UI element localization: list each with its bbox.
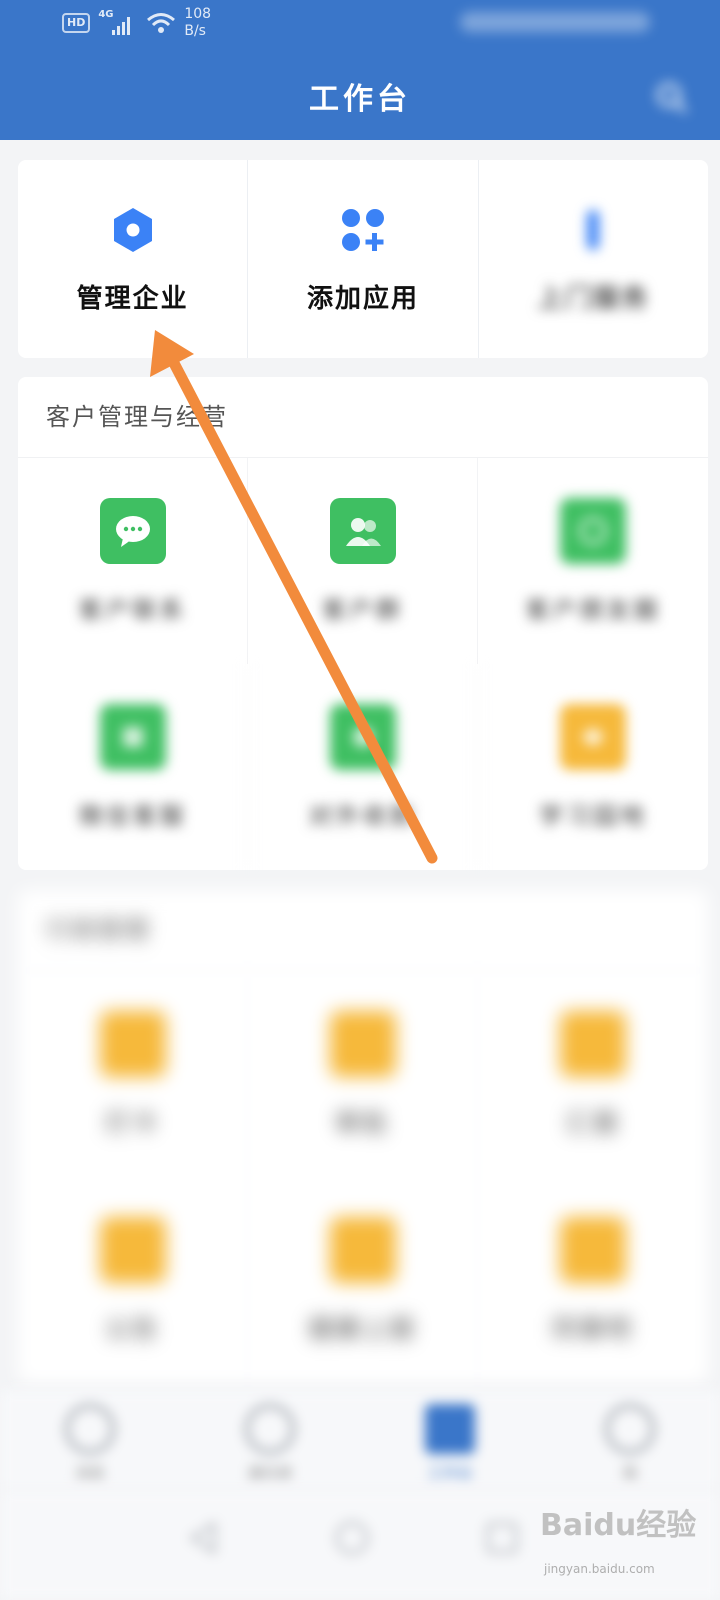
- app-label: 公告: [105, 1315, 160, 1343]
- section-title-customer: 客户管理与经营: [18, 377, 708, 458]
- signal-icon: 4G: [98, 7, 138, 39]
- app-external-payment[interactable]: 对外收款: [248, 664, 478, 870]
- back-icon[interactable]: [184, 1518, 224, 1558]
- app-customer-moments[interactable]: 客户朋友圈: [478, 458, 708, 664]
- app-punch[interactable]: 打卡: [18, 971, 248, 1177]
- punch-icon: [99, 1011, 166, 1077]
- network-type: 4G: [98, 9, 114, 20]
- tool-icon: [587, 210, 600, 250]
- nav-item-profile[interactable]: 我: [540, 1390, 720, 1490]
- wifi-icon: [147, 13, 176, 33]
- app-report[interactable]: 汇报: [478, 971, 708, 1177]
- section-title-office: 行政管理: [18, 890, 708, 971]
- app-label: 对外收款: [308, 802, 417, 830]
- nav-item-messages[interactable]: 消息: [0, 1390, 180, 1490]
- moments-icon: [560, 498, 626, 564]
- report-icon: [560, 1011, 626, 1077]
- app-label: 同事吧: [552, 1315, 634, 1343]
- baidu-watermark: Baidu经验 jingyan.baidu.com: [540, 1500, 710, 1590]
- community-icon: [560, 1217, 626, 1283]
- nav-label: 我: [622, 1464, 638, 1482]
- group-icon: [329, 498, 396, 564]
- app-customer-group[interactable]: 客户群: [248, 458, 478, 664]
- nav-item-workbench[interactable]: 工作台: [360, 1390, 540, 1490]
- learning-icon: [560, 704, 626, 770]
- status-right-blurred: [460, 12, 650, 32]
- chat-bubble-icon: [99, 498, 166, 564]
- manage-enterprise-label: 管理企业: [76, 284, 189, 314]
- add-apps-icon: [341, 209, 384, 251]
- manage-enterprise-button[interactable]: 管理企业: [18, 160, 249, 358]
- app-customer-contact[interactable]: 客户联系: [18, 458, 248, 664]
- search-icon[interactable]: [654, 80, 690, 116]
- app-health-report[interactable]: 健康上报: [248, 1177, 478, 1383]
- app-label: 学习园地: [539, 802, 647, 830]
- page-title: 工作台: [309, 82, 411, 117]
- workbench-icon: [425, 1404, 475, 1454]
- app-label: 客户朋友圈: [525, 596, 661, 624]
- home-service-label: 上门服务: [537, 284, 650, 314]
- announce-icon: [99, 1217, 166, 1283]
- app-header: HD 4G 108 B/s 工作台: [0, 0, 720, 140]
- status-bar: HD 4G 108 B/s: [0, 0, 720, 50]
- health-icon: [329, 1217, 396, 1283]
- office-app-grid: 打卡 审批 汇报 公告 健康上报 同事吧: [18, 971, 708, 1383]
- nav-label: 通讯录: [247, 1464, 293, 1482]
- watermark-url: jingyan.baidu.com: [544, 1562, 655, 1576]
- customer-management-section: 客户管理与经营 客户联系 客户群 客户朋友圈 微信客服 对外收款 学习园地: [18, 377, 708, 870]
- app-label: 汇报: [566, 1109, 620, 1137]
- app-announcement[interactable]: 公告: [18, 1177, 248, 1383]
- app-learning[interactable]: 学习园地: [478, 664, 708, 870]
- add-app-label: 添加应用: [306, 284, 419, 314]
- recent-apps-icon[interactable]: [482, 1518, 522, 1558]
- app-label: 健康上报: [308, 1315, 417, 1343]
- approval-icon: [329, 1011, 396, 1077]
- app-wechat-service[interactable]: 微信客服: [18, 664, 248, 870]
- home-service-button[interactable]: 上门服务: [479, 160, 708, 358]
- bottom-nav: 消息 通讯录 工作台 我: [0, 1390, 720, 1490]
- hexagon-settings-icon: [113, 208, 152, 252]
- contacts-icon: [245, 1404, 295, 1454]
- payment-icon: [329, 704, 396, 770]
- app-label: 客户群: [322, 596, 403, 624]
- app-approval[interactable]: 审批: [248, 971, 478, 1177]
- add-app-button[interactable]: 添加应用: [248, 160, 479, 358]
- app-label: 打卡: [105, 1109, 160, 1137]
- nav-item-contacts[interactable]: 通讯录: [180, 1390, 360, 1490]
- quick-actions-card: 管理企业 添加应用 上门服务: [18, 160, 708, 358]
- office-management-section: 行政管理 打卡 审批 汇报 公告 健康上报 同事吧: [18, 890, 708, 1383]
- app-label: 审批: [335, 1109, 390, 1137]
- app-label: 客户联系: [78, 596, 187, 624]
- hd-badge: HD: [62, 13, 91, 33]
- service-icon: [99, 704, 166, 770]
- home-icon[interactable]: [332, 1518, 372, 1558]
- customer-app-grid: 客户联系 客户群 客户朋友圈 微信客服 对外收款 学习园地: [18, 458, 708, 870]
- status-indicators: HD 4G 108 B/s: [62, 6, 211, 40]
- message-icon: [65, 1404, 115, 1454]
- app-colleague-community[interactable]: 同事吧: [478, 1177, 708, 1383]
- profile-icon: [605, 1404, 655, 1454]
- nav-label: 工作台: [427, 1464, 473, 1482]
- network-speed: 108 B/s: [184, 6, 212, 39]
- nav-label: 消息: [74, 1464, 105, 1482]
- watermark-text: Baidu经验: [540, 1508, 697, 1543]
- app-label: 微信客服: [78, 802, 187, 830]
